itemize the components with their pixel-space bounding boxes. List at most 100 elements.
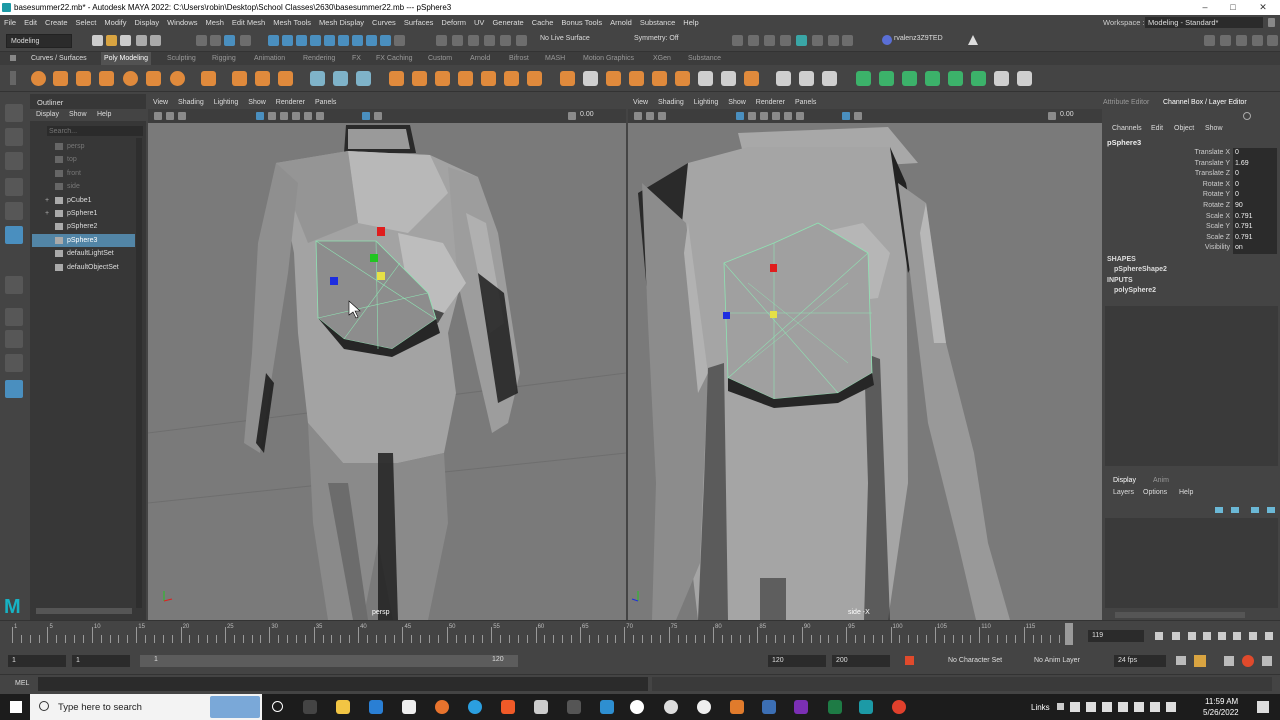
tray-network-icon[interactable] [1086, 702, 1096, 712]
sew-uv-icon[interactable] [879, 71, 894, 86]
vp-left-shadows-icon[interactable] [316, 112, 324, 120]
outliner-layout-icon[interactable] [5, 380, 23, 398]
vp-left-menu-view[interactable]: View [148, 96, 173, 109]
poly-plane-icon[interactable] [146, 71, 161, 86]
range-slider-end[interactable]: 120 [492, 656, 504, 663]
select-by-object-icon[interactable] [210, 35, 221, 46]
four-view-layout-icon[interactable] [5, 330, 23, 348]
ipr-render-icon[interactable] [780, 35, 791, 46]
attr-value-field[interactable]: 0.791 [1233, 211, 1277, 223]
attr-row-scale-x[interactable]: Scale X 0.791 [1103, 211, 1280, 223]
mel-label[interactable]: MEL [15, 680, 29, 687]
render-current-frame-icon[interactable] [764, 35, 775, 46]
tray-volume-icon[interactable] [1102, 702, 1112, 712]
vp-left-camera-attrs-icon[interactable] [166, 112, 174, 120]
excel-icon[interactable] [828, 700, 842, 714]
open-scene-icon[interactable] [106, 35, 117, 46]
pause-icon[interactable] [842, 35, 853, 46]
playback-start-field[interactable]: 1 [72, 655, 130, 667]
tray-cloud-icon[interactable] [1118, 702, 1128, 712]
mail-icon[interactable] [369, 700, 383, 714]
last-tool-icon[interactable] [5, 276, 23, 294]
layer-tab-display[interactable]: Display [1113, 477, 1136, 484]
select-deformation-icon[interactable] [366, 35, 377, 46]
poly-cube-icon[interactable] [53, 71, 68, 86]
onenote-icon[interactable] [794, 700, 808, 714]
rotate-tool-icon[interactable] [5, 202, 23, 220]
make-live-icon[interactable] [516, 35, 527, 46]
quad-draw-icon[interactable] [698, 71, 713, 86]
tray-battery-icon[interactable] [1166, 702, 1176, 712]
outliner-item-persp[interactable]: persp [32, 140, 135, 153]
attr-row-translate-z[interactable]: Translate Z0 [1103, 169, 1280, 180]
extrude-icon[interactable] [435, 71, 450, 86]
auto-key-icon[interactable] [905, 656, 914, 665]
poly-cone-icon[interactable] [99, 71, 114, 86]
hypershade-icon[interactable] [812, 35, 823, 46]
taskbar-links-label[interactable]: Links [1031, 703, 1050, 712]
platonic-solid-icon[interactable] [201, 71, 216, 86]
lock-selection-icon[interactable] [394, 35, 405, 46]
vp-left-select-camera-icon[interactable] [154, 112, 162, 120]
layer-menu-help[interactable]: Help [1179, 489, 1193, 496]
tray-dropbox-icon[interactable] [1070, 702, 1080, 712]
go-to-start-icon[interactable] [1155, 632, 1163, 640]
shape-node[interactable]: pSphereShape2 [1114, 266, 1167, 273]
mirror-icon[interactable] [412, 71, 427, 86]
snap-point-icon[interactable] [468, 35, 479, 46]
app-icon-4[interactable] [630, 700, 644, 714]
multi-cut-icon[interactable] [629, 71, 644, 86]
maya-taskbar-icon[interactable] [859, 700, 873, 714]
menu-display[interactable]: Display [131, 15, 164, 30]
move-layer-up-icon[interactable] [1251, 507, 1259, 513]
construction-history-icon[interactable] [732, 35, 743, 46]
attr-value-field[interactable]: on [1233, 243, 1277, 254]
new-layer-icon[interactable] [1215, 507, 1223, 513]
calculator-icon[interactable] [762, 700, 776, 714]
cut-uv-icon[interactable] [856, 71, 871, 86]
attribute-editor-tab[interactable]: Attribute Editor [1103, 99, 1149, 106]
menu-generate[interactable]: Generate [488, 15, 527, 30]
vp-right-menu-renderer[interactable]: Renderer [751, 96, 790, 109]
menu-windows[interactable]: Windows [163, 15, 201, 30]
scale-tool-icon[interactable] [5, 226, 23, 244]
vp-left-menu-show[interactable]: Show [243, 96, 271, 109]
shelf-tab-rendering[interactable]: Rendering [303, 52, 335, 65]
select-tool-icon[interactable] [5, 104, 23, 122]
vp-right-lights-icon[interactable] [784, 112, 792, 120]
shelf-tab-custom[interactable]: Custom [428, 52, 452, 65]
attr-row-rotate-x[interactable]: Rotate X0 [1103, 179, 1280, 191]
poly-sphere-icon[interactable] [31, 71, 46, 86]
expand-icon[interactable]: + [45, 194, 49, 207]
pin-uv-icon[interactable] [994, 71, 1009, 86]
undo-icon[interactable] [136, 35, 147, 46]
arnold-render-icon[interactable] [828, 35, 839, 46]
input-node[interactable]: polySphere2 [1114, 287, 1156, 294]
new-layer-selected-icon[interactable] [1231, 507, 1239, 513]
step-forward-frame-icon[interactable] [1233, 632, 1241, 640]
layer-tab-anim[interactable]: Anim [1153, 477, 1169, 484]
playback-end-field[interactable]: 120 [768, 655, 826, 667]
vp-left-menu-shading[interactable]: Shading [173, 96, 209, 109]
menu-set-dropdown[interactable]: Modeling [6, 34, 72, 48]
vp-right-camera-attrs-icon[interactable] [646, 112, 654, 120]
cb-menu-edit[interactable]: Edit [1151, 125, 1163, 132]
vp-right-exposure-icon[interactable] [1048, 112, 1056, 120]
viewport-side-canvas[interactable]: side -X [628, 123, 1102, 620]
outliner-item-psphere1[interactable]: + pSphere1 [32, 207, 135, 220]
edge-icon[interactable] [468, 700, 482, 714]
vp-left-menu-panels[interactable]: Panels [310, 96, 341, 109]
shelf-options-icon[interactable] [10, 55, 16, 61]
go-to-end-icon[interactable] [1265, 632, 1273, 640]
attr-value-field[interactable]: 0.791 [1233, 232, 1277, 244]
reduce-icon[interactable] [721, 71, 736, 86]
uv-shell-icon[interactable] [971, 71, 986, 86]
clock-time[interactable]: 11:59 AM [1205, 697, 1238, 706]
shelf-tab-poly-modeling[interactable]: Poly Modeling [101, 52, 151, 65]
select-joint-icon[interactable] [380, 35, 391, 46]
select-face-icon[interactable] [296, 35, 307, 46]
menu-mesh-tools[interactable]: Mesh Tools [269, 15, 315, 30]
character-set-dropdown[interactable]: No Character Set [948, 657, 1002, 664]
boolean-icon[interactable] [389, 71, 404, 86]
fps-dropdown[interactable]: 24 fps [1114, 655, 1166, 667]
